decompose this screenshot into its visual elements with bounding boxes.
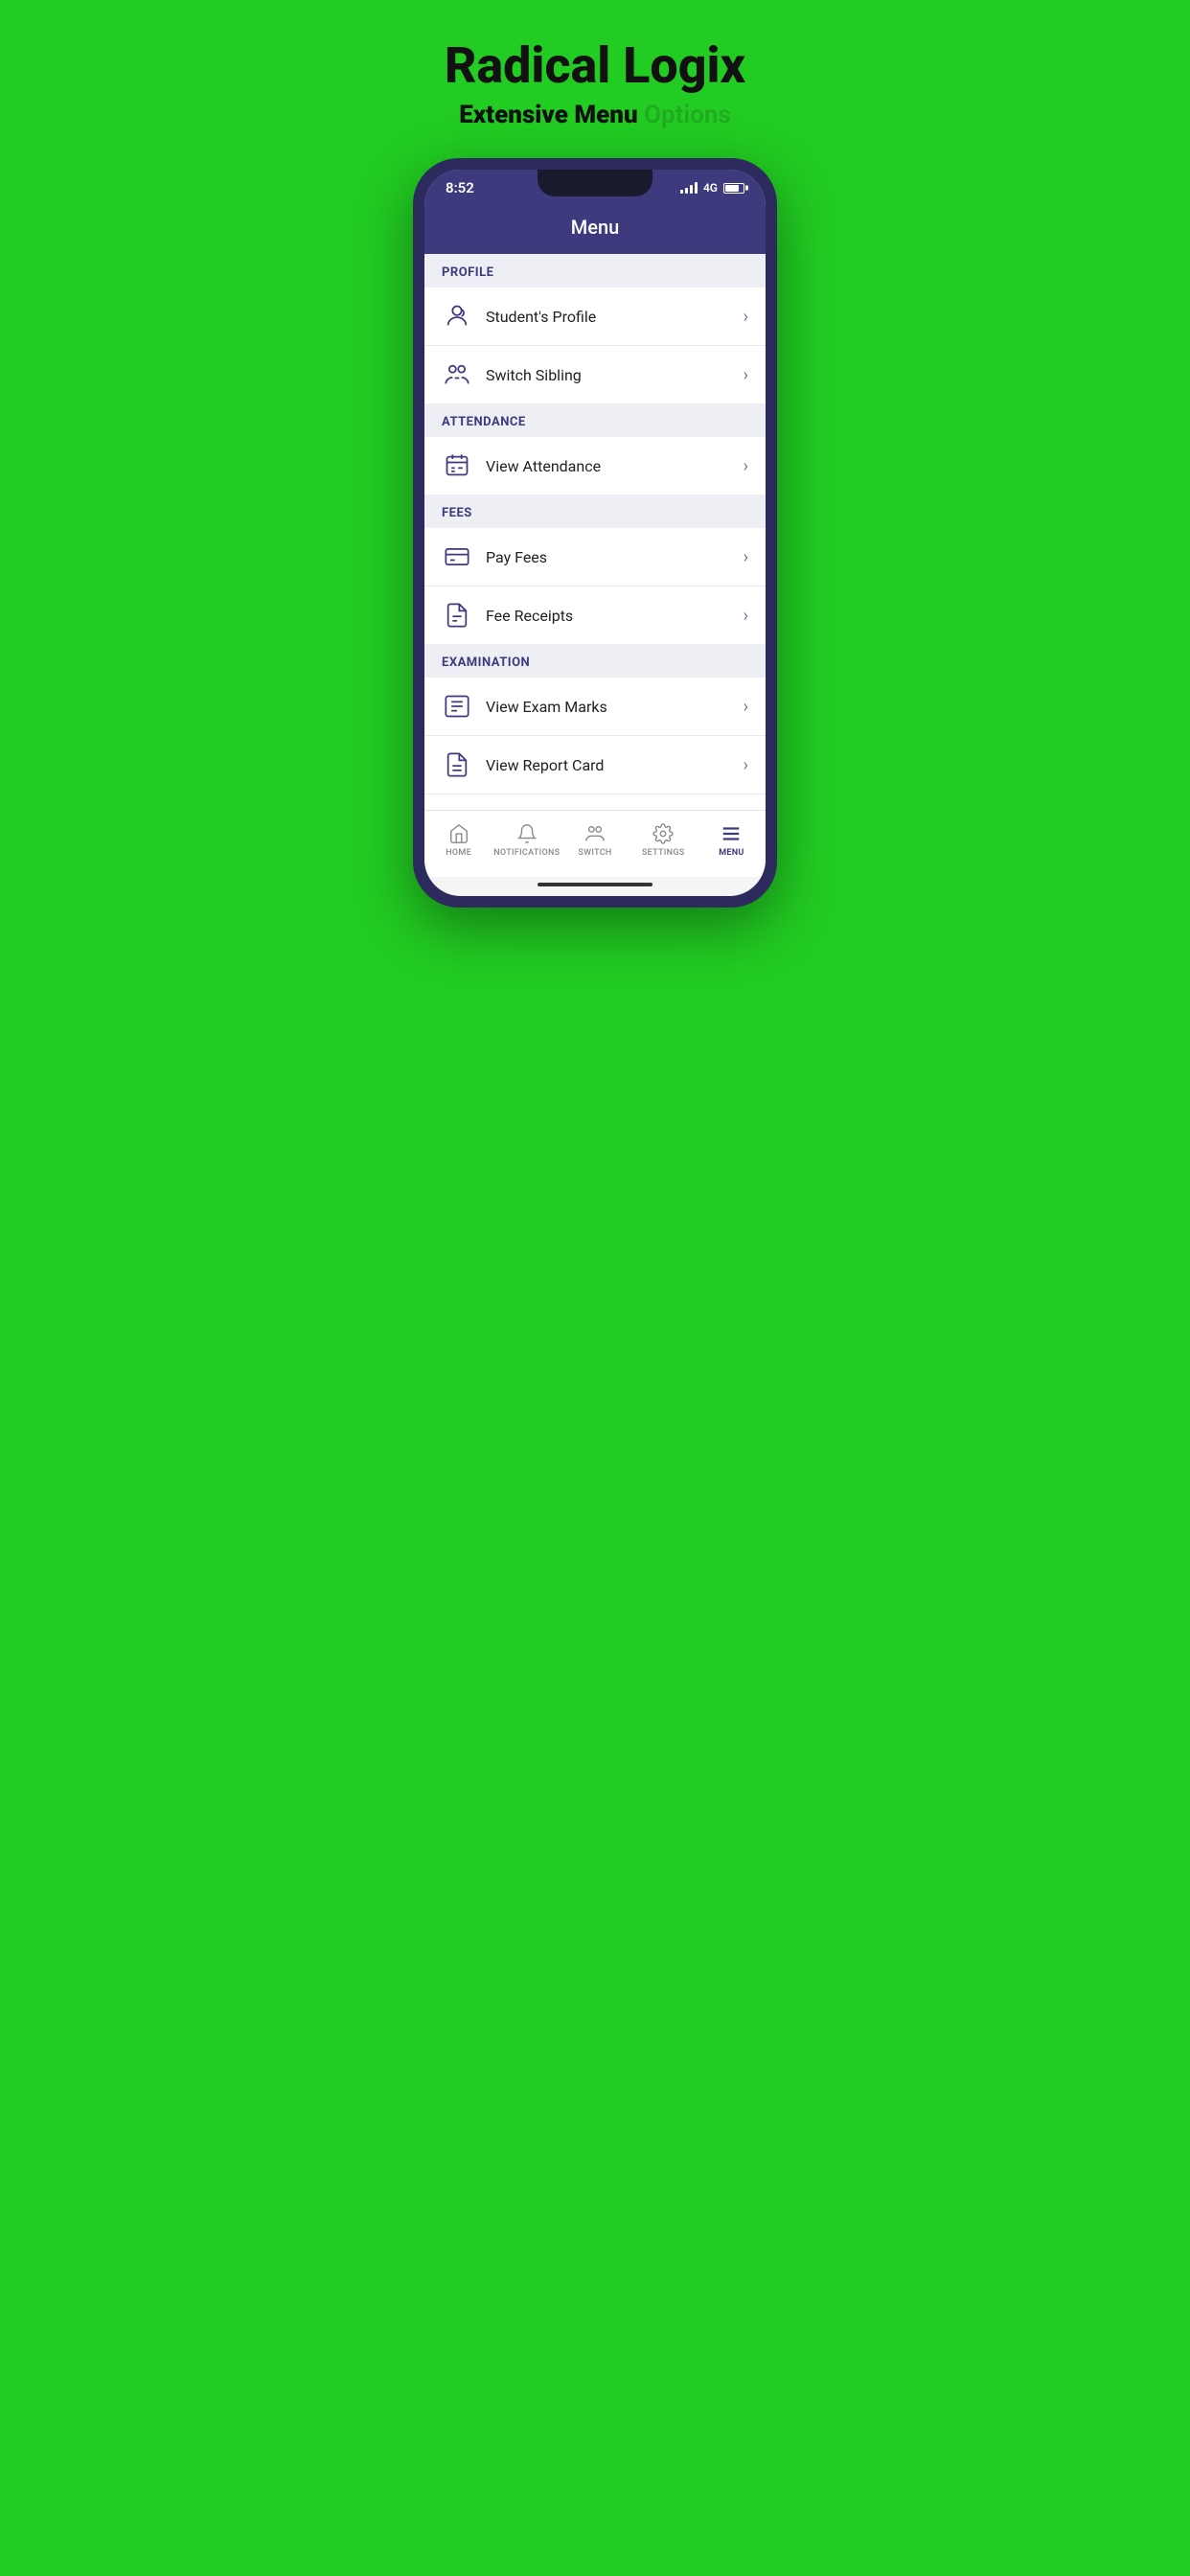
chevron-icon: › <box>744 307 748 327</box>
switch-sibling-icon <box>442 359 472 390</box>
nav-item-notifications[interactable]: NOTIFICATIONS <box>492 818 561 862</box>
status-icons: 4G <box>680 181 744 195</box>
nav-item-settings[interactable]: SETTINGS <box>629 818 698 862</box>
menu-item-fee-receipts[interactable]: Fee Receipts › <box>424 586 766 644</box>
menu-item-students-profile[interactable]: Student's Profile › <box>424 288 766 346</box>
nav-item-menu[interactable]: MENU <box>698 818 766 862</box>
fees-items: Pay Fees › Fee Receipts › <box>424 528 766 644</box>
subtitle-bold: Extensive Menu <box>459 101 637 129</box>
section-fees: FEES <box>424 494 766 528</box>
phone-frame: 8:52 4G Menu <box>413 158 777 908</box>
pay-fees-label: Pay Fees <box>486 548 744 566</box>
view-report-card-label: View Report Card <box>486 756 744 774</box>
signal-bar-3 <box>690 185 693 194</box>
settings-icon <box>652 822 675 845</box>
page-wrapper: Radical Logix Extensive Menu Options 8:5… <box>355 38 835 908</box>
report-card-icon <box>442 749 472 780</box>
chevron-icon: › <box>744 456 748 476</box>
menu-item-switch-sibling[interactable]: Switch Sibling › <box>424 346 766 403</box>
app-title: Radical Logix <box>445 38 745 93</box>
menu-item-view-report-card[interactable]: View Report Card › <box>424 736 766 794</box>
header-subtitle: Extensive Menu Options <box>445 101 745 129</box>
examination-items: View Exam Marks › View Report Card › <box>424 678 766 810</box>
switch-icon <box>584 822 606 845</box>
home-indicator <box>424 877 766 896</box>
section-profile: PROFILE <box>424 254 766 288</box>
menu-item-view-attendance[interactable]: View Attendance › <box>424 437 766 494</box>
exam-marks-icon <box>442 691 472 722</box>
nav-item-home[interactable]: HOME <box>424 818 492 862</box>
notification-icon <box>515 822 538 845</box>
notifications-nav-label: NOTIFICATIONS <box>493 848 560 858</box>
chevron-icon: › <box>744 755 748 775</box>
signal-bar-2 <box>685 188 688 194</box>
battery-icon <box>723 183 744 194</box>
network-label: 4G <box>703 181 718 195</box>
chevron-icon: › <box>744 697 748 717</box>
menu-nav-label: MENU <box>719 848 744 858</box>
signal-bar-1 <box>680 190 683 194</box>
switch-nav-label: SWITCH <box>578 848 611 858</box>
profile-items: Student's Profile › Switch Sibling › <box>424 288 766 403</box>
switch-sibling-label: Switch Sibling <box>486 366 744 384</box>
settings-nav-label: SETTINGS <box>642 848 685 858</box>
app-header-title: Menu <box>571 216 619 239</box>
attendance-icon <box>442 450 472 481</box>
phone-notch <box>538 170 652 196</box>
subtitle-light: Options <box>644 101 731 129</box>
chevron-icon: › <box>744 606 748 626</box>
menu-item-pay-fees[interactable]: Pay Fees › <box>424 528 766 586</box>
signal-bars <box>680 182 698 194</box>
battery-fill <box>725 185 739 192</box>
status-time: 8:52 <box>446 179 474 196</box>
view-attendance-label: View Attendance <box>486 457 744 475</box>
fee-receipts-label: Fee Receipts <box>486 607 744 625</box>
date-sheet-icon <box>442 808 472 810</box>
chevron-icon: › <box>744 365 748 385</box>
menu-item-view-exam-marks[interactable]: View Exam Marks › <box>424 678 766 736</box>
student-profile-icon <box>442 301 472 332</box>
fee-receipts-icon <box>442 600 472 631</box>
pay-fees-icon <box>442 541 472 572</box>
menu-item-exam-date-sheet[interactable]: Exam Date Sheet › <box>424 794 766 810</box>
signal-bar-4 <box>695 182 698 194</box>
attendance-items: View Attendance › <box>424 437 766 494</box>
home-nav-label: HOME <box>446 848 471 858</box>
bottom-nav: HOME NOTIFICATIONS SWITCH <box>424 810 766 877</box>
section-examination: EXAMINATION <box>424 644 766 678</box>
view-exam-marks-label: View Exam Marks <box>486 698 744 716</box>
chevron-icon: › <box>744 547 748 567</box>
student-profile-label: Student's Profile <box>486 308 744 326</box>
phone-inner: 8:52 4G Menu <box>424 170 766 896</box>
home-icon <box>447 822 470 845</box>
status-bar: 8:52 4G <box>424 170 766 202</box>
menu-content[interactable]: PROFILE Student's Profile › Switch Sibli <box>424 254 766 810</box>
header-text: Radical Logix Extensive Menu Options <box>445 38 745 129</box>
nav-item-switch[interactable]: SWITCH <box>561 818 629 862</box>
menu-icon <box>720 822 743 845</box>
app-header: Menu <box>424 202 766 254</box>
section-attendance: ATTENDANCE <box>424 403 766 437</box>
home-indicator-bar <box>538 883 652 886</box>
